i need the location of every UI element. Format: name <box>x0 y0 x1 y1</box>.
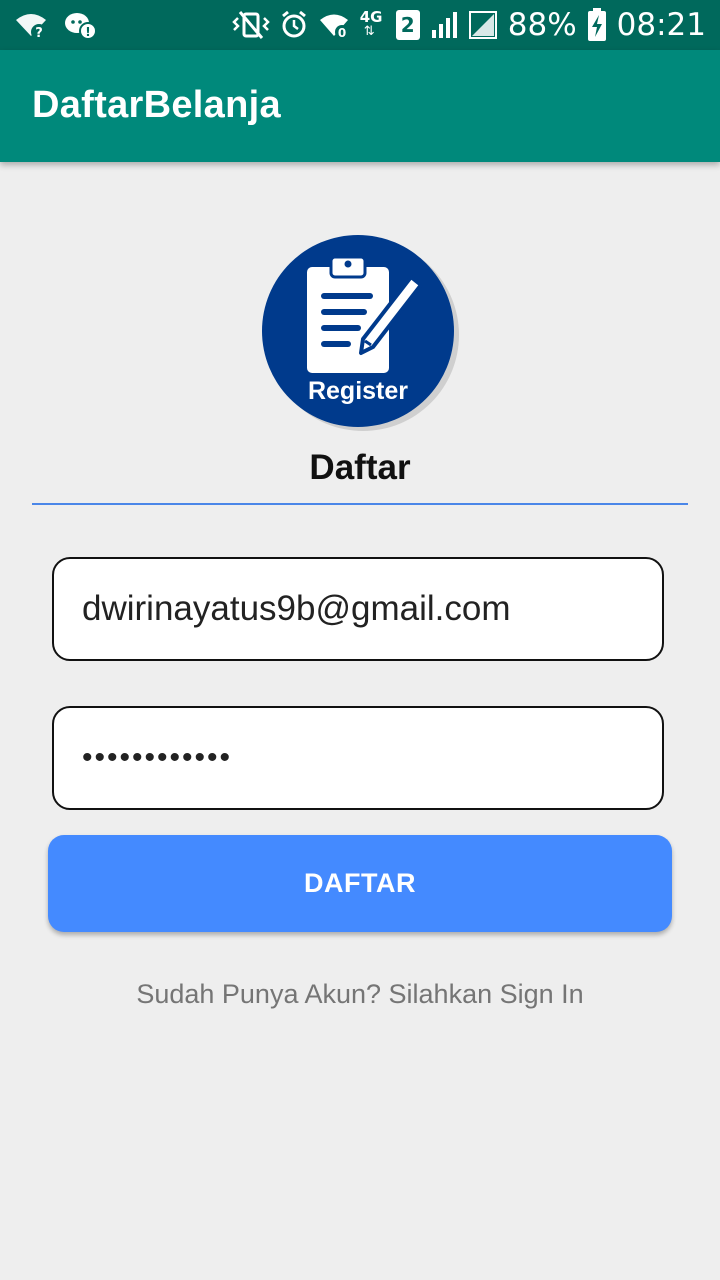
network-4g-icon: 4G ⇅ <box>360 8 386 42</box>
sim2-icon: 2 <box>395 10 420 40</box>
email-field[interactable] <box>52 557 664 661</box>
email-input[interactable] <box>82 559 642 659</box>
sign-in-link[interactable]: Sudah Punya Akun? Silahkan Sign In <box>0 979 720 1010</box>
sim-label: 2 <box>400 13 415 37</box>
wifi-question-icon: ? <box>16 14 47 40</box>
clock: 08:21 <box>616 7 706 43</box>
svg-text:?: ? <box>35 26 43 40</box>
vibrate-mute-icon <box>231 11 270 39</box>
register-button[interactable]: DAFTAR <box>48 835 672 932</box>
wechat-badge-icon: ! <box>65 13 97 40</box>
data-arrows-icon: ⇅ <box>363 24 375 39</box>
app-bar: DaftarBelanja <box>0 50 720 162</box>
wifi-icon: 0 <box>319 14 349 40</box>
logo-label: Register <box>308 377 408 405</box>
signal-icon <box>468 11 497 39</box>
app-title: DaftarBelanja <box>32 84 281 126</box>
page-title: Daftar <box>309 448 411 487</box>
signal-icon <box>431 12 457 38</box>
svg-text:!: ! <box>85 25 90 39</box>
svg-text:0: 0 <box>338 26 346 40</box>
register-logo: Register <box>262 235 459 431</box>
password-field[interactable] <box>52 706 664 810</box>
battery-percent: 88% <box>507 7 577 43</box>
password-input[interactable] <box>82 708 642 808</box>
battery-charging-icon <box>587 8 606 41</box>
divider <box>32 503 688 505</box>
status-bar: ? ! 0 4G ⇅ 2 88% 08:21 <box>0 0 720 50</box>
alarm-icon <box>281 10 306 38</box>
